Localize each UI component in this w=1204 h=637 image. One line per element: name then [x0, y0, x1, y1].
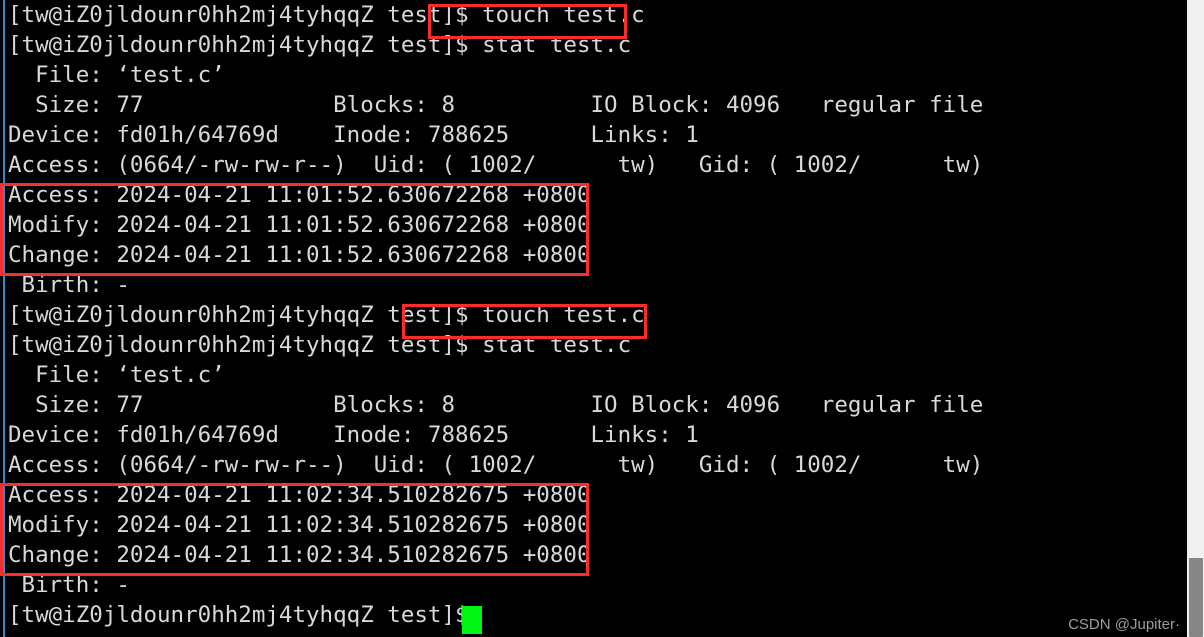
terminal-cursor: [462, 606, 482, 634]
terminal-line: Modify: 2024-04-21 11:02:34.510282675 +0…: [8, 512, 591, 538]
terminal-prompt-line: [tw@iZ0jldounr0hh2mj4tyhqqZ test]$: [8, 602, 469, 628]
terminal-line: Birth: -: [8, 272, 130, 298]
terminal-line: Size: 77 Blocks: 8 IO Block: 4096 regula…: [8, 92, 984, 118]
terminal-line: Device: fd01h/64769d Inode: 788625 Links…: [8, 422, 699, 448]
terminal-line: [tw@iZ0jldounr0hh2mj4tyhqqZ test]$ stat …: [8, 32, 632, 58]
terminal-line: Access: 2024-04-21 11:02:34.510282675 +0…: [8, 482, 591, 508]
scrollbar-thumb[interactable]: [1189, 558, 1203, 637]
terminal-line: Change: 2024-04-21 11:01:52.630672268 +0…: [8, 242, 591, 268]
terminal-window: [tw@iZ0jldounr0hh2mj4tyhqqZ test]$ touch…: [0, 0, 1204, 637]
terminal-line: Birth: -: [8, 572, 130, 598]
terminal-line: File: ‘test.c’: [8, 362, 225, 388]
terminal-left-edge: [3, 0, 5, 637]
scrollbar-track[interactable]: [1187, 0, 1204, 637]
terminal-line: [tw@iZ0jldounr0hh2mj4tyhqqZ test]$ touch…: [8, 302, 645, 328]
terminal-line: File: ‘test.c’: [8, 62, 225, 88]
terminal-line: Change: 2024-04-21 11:02:34.510282675 +0…: [8, 542, 591, 568]
terminal-line: Access: (0664/-rw-rw-r--) Uid: ( 1002/ t…: [8, 152, 984, 178]
terminal-line: Access: (0664/-rw-rw-r--) Uid: ( 1002/ t…: [8, 452, 984, 478]
terminal-line: [tw@iZ0jldounr0hh2mj4tyhqqZ test]$ touch…: [8, 2, 645, 28]
terminal-output[interactable]: [tw@iZ0jldounr0hh2mj4tyhqqZ test]$ touch…: [8, 0, 1178, 637]
watermark: CSDN @Jupiter·: [1068, 616, 1180, 633]
terminal-line: Modify: 2024-04-21 11:01:52.630672268 +0…: [8, 212, 591, 238]
terminal-line: Access: 2024-04-21 11:01:52.630672268 +0…: [8, 182, 591, 208]
terminal-line: [tw@iZ0jldounr0hh2mj4tyhqqZ test]$ stat …: [8, 332, 632, 358]
terminal-line: Size: 77 Blocks: 8 IO Block: 4096 regula…: [8, 392, 984, 418]
terminal-line: Device: fd01h/64769d Inode: 788625 Links…: [8, 122, 699, 148]
